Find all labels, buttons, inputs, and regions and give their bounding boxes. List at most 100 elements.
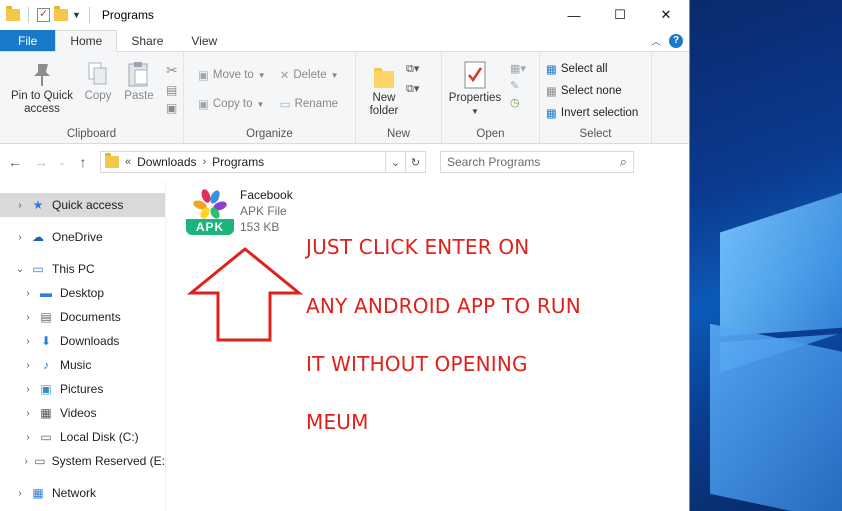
chevron-down-icon[interactable]: ▼ xyxy=(72,10,81,20)
select-none-icon: ▦ xyxy=(546,86,557,98)
chevron-right-icon[interactable]: › xyxy=(203,156,207,168)
sidebar-item-onedrive[interactable]: › ☁ OneDrive xyxy=(0,225,165,249)
chevron-up-icon[interactable]: ︿ xyxy=(651,33,661,48)
chevron-down-icon[interactable]: ⌄ xyxy=(385,152,405,172)
search-icon: ⌕ xyxy=(619,154,627,169)
invert-selection-button[interactable]: ▦ Invert selection xyxy=(546,102,647,124)
maximize-button[interactable]: ☐ xyxy=(597,0,643,30)
sidebar-item-quick-access[interactable]: › ★ Quick access xyxy=(0,193,165,217)
sidebar-item-music[interactable]: › ♪ Music xyxy=(0,353,165,377)
sidebar-item-videos[interactable]: › ▦ Videos xyxy=(0,401,165,425)
copy-to-icon: ▣ xyxy=(198,99,209,111)
sidebar-item-this-pc[interactable]: ⌄ ▭ This PC xyxy=(0,257,165,281)
new-folder-qat-icon[interactable] xyxy=(54,6,68,21)
new-group: New folder ⧉▾ ⧉▾ New xyxy=(356,52,442,143)
sidebar-item-network[interactable]: › ▦ Network xyxy=(0,481,165,505)
forward-arrow-icon[interactable]: → xyxy=(32,154,50,170)
select-none-button[interactable]: ▦ Select none xyxy=(546,80,647,102)
sidebar-item-documents[interactable]: › ▤ Documents xyxy=(0,305,165,329)
copy-path-icon[interactable]: ▤ xyxy=(166,83,178,97)
up-arrow-annotation xyxy=(186,247,304,342)
music-icon: ♪ xyxy=(43,358,49,372)
chevron-right-icon[interactable]: › xyxy=(14,200,26,211)
breadcrumb-downloads[interactable]: Downloads xyxy=(137,155,196,169)
paste-button[interactable]: Paste xyxy=(122,60,156,116)
annotation-line-4: MEUM xyxy=(306,410,369,434)
chevron-right-icon[interactable]: › xyxy=(22,312,34,323)
chevron-right-icon[interactable]: › xyxy=(22,456,30,467)
tab-share[interactable]: Share xyxy=(117,30,177,51)
chevron-right-icon[interactable]: › xyxy=(22,408,34,419)
chevron-right-icon[interactable]: › xyxy=(22,336,34,347)
chevron-right-icon[interactable]: › xyxy=(22,360,34,371)
select-all-button[interactable]: ▦ Select all xyxy=(546,58,647,80)
sidebar-item-local-disk-c[interactable]: › ▭ Local Disk (C:) xyxy=(0,425,165,449)
select-all-icon: ▦ xyxy=(546,64,557,76)
recent-locations-icon[interactable]: ⌄ xyxy=(58,157,66,168)
easy-access-icon[interactable]: ⧉▾ xyxy=(406,82,419,96)
new-folder-button[interactable]: New folder xyxy=(366,60,402,118)
address-bar[interactable]: « Downloads › Programs ⌄ ↻ xyxy=(100,151,426,173)
sidebar-item-label: Pictures xyxy=(60,382,104,396)
tab-row-right: ︿ ? xyxy=(651,30,689,51)
copy-button[interactable]: Copy xyxy=(84,60,112,116)
edit-icon[interactable]: ✎ xyxy=(510,79,526,92)
move-to-button[interactable]: ▣ Move to ▼ xyxy=(198,64,266,86)
close-button[interactable]: ✕ xyxy=(643,0,689,30)
chevron-right-icon[interactable]: › xyxy=(22,288,34,299)
breadcrumb-programs[interactable]: Programs xyxy=(212,155,264,169)
main-area: › ★ Quick access › ☁ OneDrive ⌄ ▭ This PC › ▬ Deskt… xyxy=(0,181,690,511)
cut-icon[interactable]: ✂ xyxy=(166,62,178,79)
help-icon[interactable]: ? xyxy=(669,33,683,48)
search-input[interactable]: Search Programs ⌕ xyxy=(440,151,634,173)
minimize-button[interactable]: — xyxy=(551,0,597,30)
pin-to-quick-access-button[interactable]: Pin to Quick access xyxy=(10,60,74,116)
videos-icon: ▦ xyxy=(40,406,52,420)
new-group-label: New xyxy=(386,128,410,140)
chevron-down-icon: ▼ xyxy=(330,70,339,80)
file-item-facebook[interactable]: APK Facebook APK File 153 KB xyxy=(186,187,293,235)
properties-qat-icon[interactable] xyxy=(37,7,50,22)
folder-icon xyxy=(6,6,20,21)
copy-label: Copy xyxy=(84,90,112,102)
tab-view[interactable]: View xyxy=(177,30,231,51)
up-arrow-icon[interactable]: ↑ xyxy=(74,154,92,170)
address-end: ⌄ ↻ xyxy=(385,152,425,172)
chevron-right-icon[interactable]: › xyxy=(14,232,26,243)
refresh-icon[interactable]: ↻ xyxy=(405,152,425,172)
file-explorer-window: ▼ Programs — ☐ ✕ File Home Share View ︿ … xyxy=(0,0,690,511)
chevron-down-icon[interactable]: ⌄ xyxy=(14,264,26,275)
properties-button[interactable]: Properties ▼ xyxy=(448,60,502,118)
search-placeholder: Search Programs xyxy=(447,155,541,169)
delete-button[interactable]: ✕ Delete ▼ xyxy=(280,64,339,86)
sidebar-item-downloads[interactable]: › ⬇ Downloads xyxy=(0,329,165,353)
tab-file[interactable]: File xyxy=(0,30,56,51)
open-icon[interactable]: ▦▾ xyxy=(510,62,526,75)
history-icon[interactable]: ◷ xyxy=(510,96,526,109)
computer-icon: ▭ xyxy=(32,262,44,276)
tab-home[interactable]: Home xyxy=(55,30,118,52)
overflow-crumb[interactable]: « xyxy=(125,156,131,168)
move-to-icon: ▣ xyxy=(198,70,209,82)
chevron-right-icon[interactable]: › xyxy=(22,432,34,443)
apk-file-icon: APK xyxy=(186,187,234,235)
copy-icon xyxy=(88,62,107,85)
open-group-label: Open xyxy=(476,128,505,140)
ribbon-tabs: File Home Share View ︿ ? xyxy=(0,30,689,52)
rename-button[interactable]: ▭ Rename xyxy=(280,93,339,115)
back-arrow-icon[interactable]: ← xyxy=(6,154,24,170)
sidebar-item-desktop[interactable]: › ▬ Desktop xyxy=(0,281,165,305)
copy-to-button[interactable]: ▣ Copy to ▼ xyxy=(198,93,266,115)
new-item-icon[interactable]: ⧉▾ xyxy=(406,62,419,76)
sidebar-item-system-reserved-e[interactable]: › ▭ System Reserved (E: xyxy=(0,449,165,473)
drive-icon: ▭ xyxy=(34,454,46,468)
sidebar-item-pictures[interactable]: › ▣ Pictures xyxy=(0,377,165,401)
navigation-pane[interactable]: › ★ Quick access › ☁ OneDrive ⌄ ▭ This PC › ▬ Deskt… xyxy=(0,181,166,511)
rename-icon: ▭ xyxy=(279,99,291,111)
sidebar-item-label: Music xyxy=(60,358,92,372)
file-meta: Facebook APK File 153 KB xyxy=(240,187,293,235)
light-beam xyxy=(710,323,842,511)
chevron-right-icon[interactable]: › xyxy=(22,384,34,395)
chevron-right-icon[interactable]: › xyxy=(14,488,26,499)
paste-shortcut-icon[interactable]: ▣ xyxy=(166,101,178,115)
